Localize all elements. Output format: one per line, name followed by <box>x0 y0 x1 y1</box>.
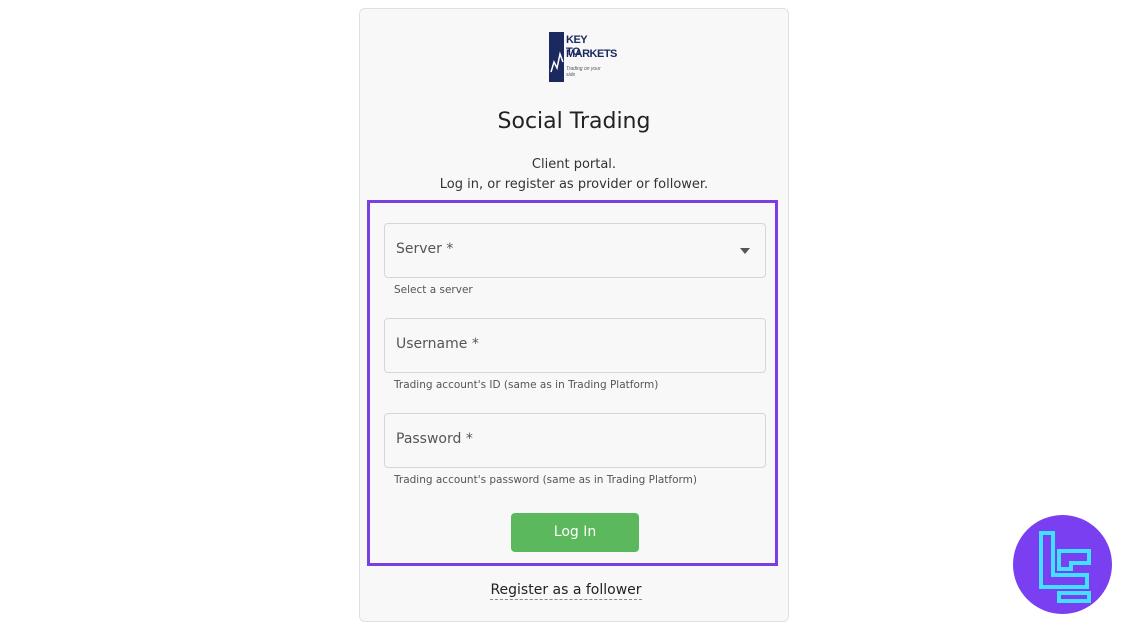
brand-badge-icon <box>1039 531 1091 603</box>
brand-badge <box>1013 515 1112 614</box>
logo-text-line2: MARKETS <box>566 48 617 60</box>
subtitle-line2: Log in, or register as provider or follo… <box>439 177 709 192</box>
subtitle-line1: Client portal. <box>531 157 617 172</box>
username-input[interactable]: Username * <box>384 318 766 373</box>
server-hint: Select a server <box>394 284 473 296</box>
username-hint: Trading account's ID (same as in Trading… <box>394 379 659 391</box>
password-hint: Trading account's password (same as in T… <box>394 474 697 486</box>
server-label: Server * <box>396 241 454 257</box>
password-label: Password * <box>396 431 473 447</box>
logo-tagline: Trading on your side <box>566 66 601 78</box>
brand-logo: KEY TO MARKETS Trading on your side <box>549 32 617 84</box>
server-select[interactable]: Server * <box>384 223 766 278</box>
register-follower-link-row: Register as a follower <box>0 582 1132 600</box>
page-title: Social Trading <box>497 109 651 134</box>
chevron-down-icon[interactable] <box>740 248 750 254</box>
password-input[interactable]: Password * <box>384 413 766 468</box>
login-button[interactable]: Log In <box>511 513 639 552</box>
register-follower-link[interactable]: Register as a follower <box>490 582 642 600</box>
username-label: Username * <box>396 336 479 352</box>
